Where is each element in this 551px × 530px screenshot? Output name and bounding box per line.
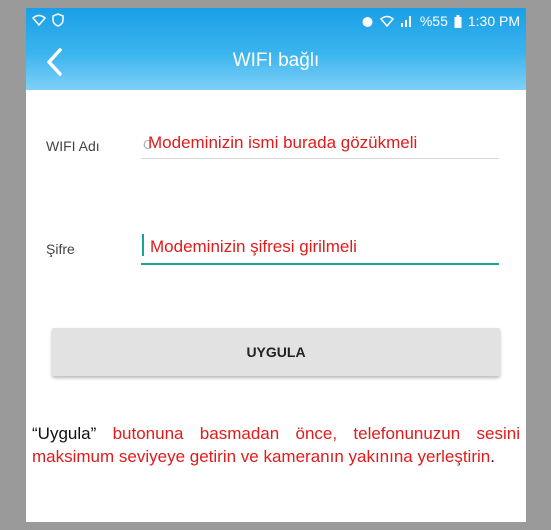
password-label: Şifre xyxy=(46,241,75,257)
status-right-icons: %55 1:30 PM xyxy=(361,13,520,29)
wifi-icon xyxy=(379,15,394,27)
signal-icon xyxy=(400,16,411,27)
status-left-icons xyxy=(32,13,64,27)
password-field[interactable]: Modeminizin şifresi girilmeli xyxy=(150,237,357,257)
nav-bar: WIFI bağlı xyxy=(26,34,526,90)
status-time: 1:30 PM xyxy=(467,13,520,29)
text-cursor xyxy=(142,234,144,256)
instruction-end: . xyxy=(490,447,495,466)
wifi-name-label: WIFI Adı xyxy=(46,138,100,154)
wifi-icon xyxy=(32,14,46,26)
instruction-quote: “Uygula” xyxy=(32,424,97,443)
instruction-text: “Uygula” butonuna basmadan önce, telefon… xyxy=(32,422,520,468)
wifi-name-underline xyxy=(141,158,499,159)
page-title: WIFI bağlı xyxy=(232,50,320,71)
battery-icon xyxy=(454,14,462,28)
instruction-body: butonuna basmadan önce, telefonunuzun se… xyxy=(32,424,520,466)
status-bar: %55 1:30 PM xyxy=(26,8,526,34)
phone-screen: %55 1:30 PM WIFI bağlı WIFI Adı C Modemi… xyxy=(26,8,526,522)
app-header: %55 1:30 PM WIFI bağlı xyxy=(26,8,526,90)
battery-percent: %55 xyxy=(419,13,448,29)
alarm-icon xyxy=(362,16,373,27)
password-underline xyxy=(141,263,499,265)
shield-icon xyxy=(52,13,64,27)
wifi-name-annotation: Modeminizin ismi burada gözükmeli xyxy=(148,133,418,152)
apply-button[interactable]: UYGULA xyxy=(52,328,500,376)
